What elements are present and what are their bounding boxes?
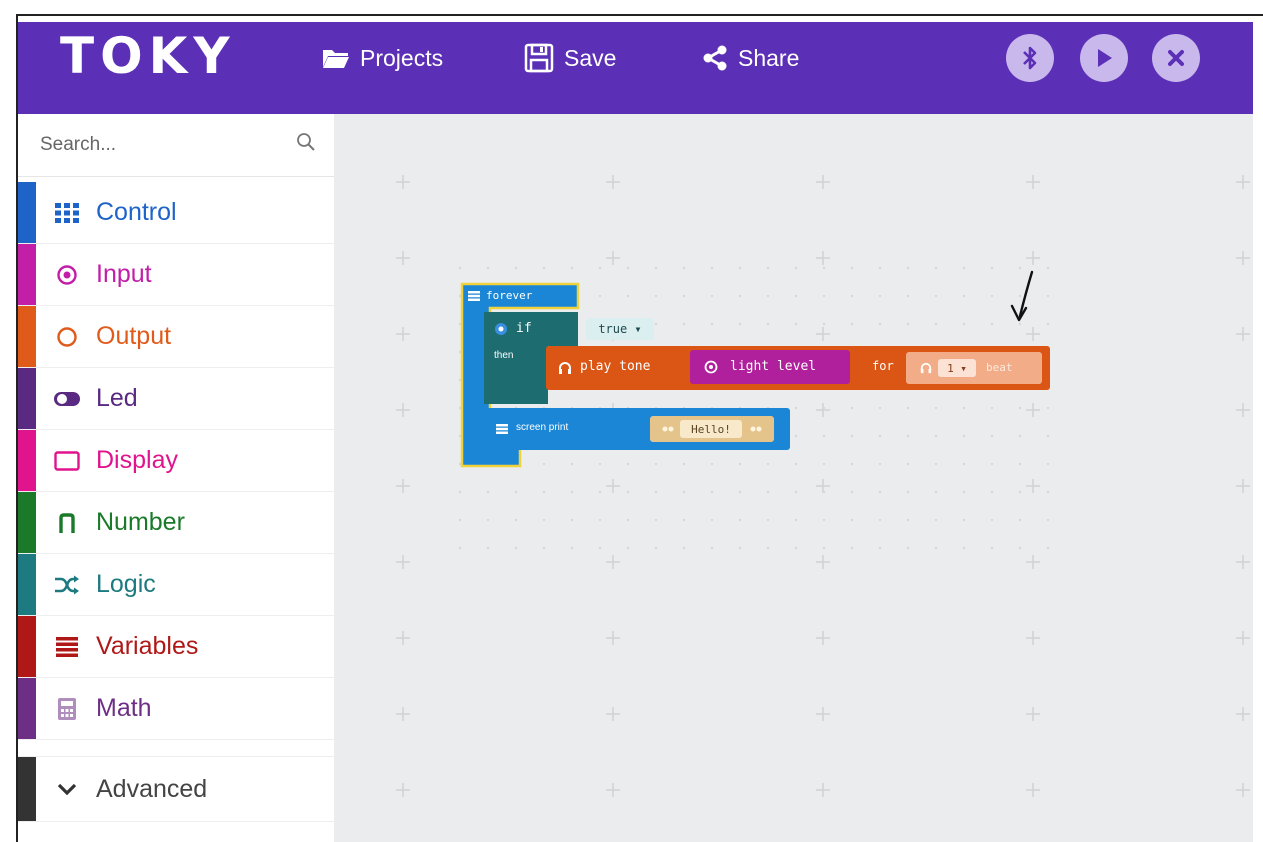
grid-icon [50,202,84,223]
condition-dropdown[interactable]: true ▾ [586,318,654,340]
toky-logo: TOKY [60,26,236,86]
pi-icon [50,512,84,533]
lines-icon [50,636,84,657]
category-label: Output [96,322,172,350]
category-logic[interactable]: Logic [18,554,334,616]
category-color-bar [18,244,36,305]
category-color-bar [18,368,36,429]
floppy-disk-icon [524,43,554,73]
screen-print-block[interactable]: screen print Hello! [482,408,790,450]
category-color-bar [18,306,36,367]
projects-button[interactable]: Projects [322,38,443,78]
chevron-down-icon [50,782,84,796]
category-label: Advanced [96,774,208,803]
calculator-icon [50,697,84,720]
target-icon [704,360,718,374]
screen-print-label: screen print [516,422,569,433]
shuffle-icon [50,575,84,595]
category-label: Number [96,508,185,536]
category-color-bar [18,616,36,677]
category-label: Logic [96,570,156,598]
category-display[interactable]: Display [18,430,334,492]
save-label: Save [564,44,617,71]
string-value: Hello! [691,422,731,436]
search-box [18,114,334,177]
search-icon[interactable] [296,132,316,152]
category-advanced[interactable]: Advanced [18,756,334,822]
toggle-icon [50,391,84,407]
then-label: then [494,350,514,361]
workspace-grid [334,114,1253,842]
target-icon [50,264,84,286]
category-variables[interactable]: Variables [18,616,334,678]
category-input[interactable]: Input [18,244,334,306]
beat-label: beat [986,361,1013,374]
stop-button[interactable] [1152,34,1200,82]
category-led[interactable]: Led [18,368,334,430]
gear-icon [495,323,507,335]
light-level-block[interactable]: light level [690,350,850,384]
beat-value: 1 ▾ [947,361,967,375]
beat-block[interactable]: 1 ▾ beat [906,352,1042,384]
beat-dropdown[interactable]: 1 ▾ [938,359,976,377]
grid-icon [468,291,480,301]
category-label: Control [96,198,177,226]
category-output[interactable]: Output [18,306,334,368]
code-workspace[interactable]: forever if then true ▾ play tone light l… [334,114,1253,842]
string-input[interactable]: Hello! [680,420,742,438]
logo-text: TOKY [60,27,236,85]
play-tone-label: play tone [580,359,651,374]
string-block[interactable]: Hello! [650,416,774,442]
headphones-icon [920,362,932,374]
category-color-bar [18,182,36,243]
if-label: if [516,321,532,336]
category-label: Math [96,694,152,722]
category-label: Led [96,384,138,412]
share-icon [703,45,727,71]
category-number[interactable]: Number [18,492,334,554]
run-button[interactable] [1080,34,1128,82]
category-control[interactable]: Control [18,182,334,244]
category-label: Input [96,260,152,288]
share-button[interactable]: Share [702,38,799,78]
close-quote-icon [750,426,762,432]
share-label: Share [738,44,800,71]
projects-label: Projects [360,44,444,71]
bluetooth-icon [1023,46,1037,70]
light-level-label: light level [730,359,817,374]
category-color-bar [18,757,36,821]
for-label: for [872,359,894,373]
headphones-icon [559,362,571,374]
top-toolbar: TOKY Projects Save Share [18,22,1253,114]
category-color-bar [18,678,36,739]
category-label: Display [96,446,178,474]
annotation-arrow-icon [1010,270,1034,322]
forever-label: forever [486,289,533,302]
play-tone-block[interactable]: play tone light level for 1 ▾ beat [546,346,1050,390]
play-icon [1098,49,1112,67]
category-color-bar [18,492,36,553]
search-input[interactable] [38,126,272,164]
circle-icon [50,326,84,348]
folder-icon [323,50,349,68]
category-math[interactable]: Math [18,678,334,740]
open-quote-icon [662,426,674,432]
screen-icon [50,450,84,471]
category-color-bar [18,430,36,491]
save-button[interactable]: Save [524,38,616,78]
grid-icon [496,424,508,434]
category-label: Variables [96,632,199,660]
bluetooth-button[interactable] [1006,34,1054,82]
condition-value: true ▾ [598,322,642,336]
toolbox-sidebar: Control Input Output Led [18,114,334,842]
close-icon [1168,50,1184,66]
category-color-bar [18,554,36,615]
